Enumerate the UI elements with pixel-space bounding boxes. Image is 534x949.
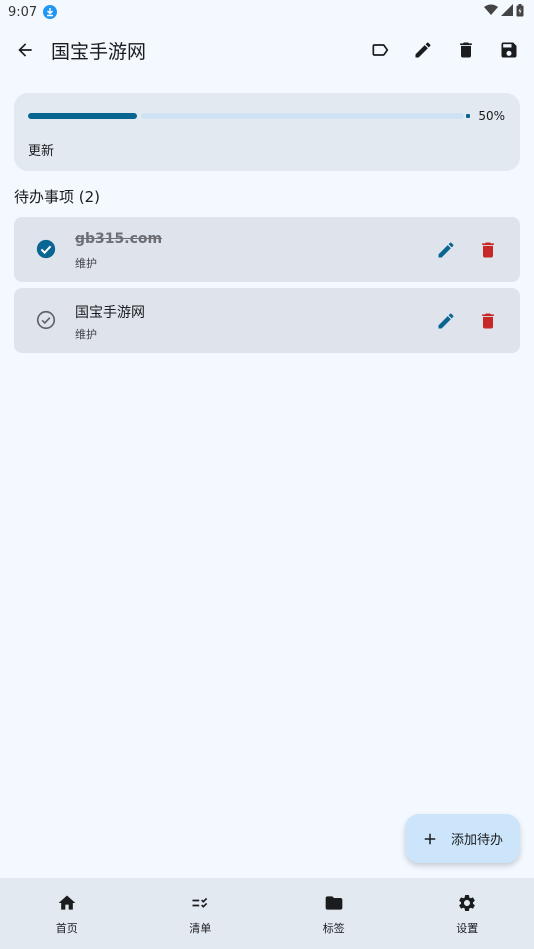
battery-icon <box>516 3 524 21</box>
checklist-icon <box>192 897 208 908</box>
edit-icon <box>438 242 454 258</box>
progress-fill <box>28 113 137 119</box>
nav-item-settings[interactable]: 设置 <box>401 878 534 949</box>
page-title: 国宝手游网 <box>51 40 147 63</box>
todo-title: gb315.com <box>75 231 163 247</box>
nav-item-tags[interactable]: 标签 <box>267 878 401 949</box>
todo-checkbox-unchecked[interactable] <box>34 308 58 332</box>
todo-item[interactable]: gb315.com 维护 <box>14 217 520 282</box>
delete-icon <box>460 42 472 58</box>
save-icon <box>501 42 517 58</box>
label-icon <box>372 44 389 56</box>
home-icon <box>58 895 76 910</box>
app-bar: 国宝手游网 <box>0 26 534 74</box>
todo-section-title: 待办事项 (2) <box>14 188 101 206</box>
nav-label: 标签 <box>322 922 345 935</box>
delete-icon <box>482 313 494 329</box>
todo-edit-button[interactable] <box>430 305 462 337</box>
add-todo-button[interactable]: 添加待办 <box>405 814 520 863</box>
progress-card: 50% 更新 <box>14 93 520 171</box>
progress-end-marker <box>466 114 470 118</box>
progress-label: 更新 <box>28 144 55 159</box>
edit-icon <box>438 313 454 329</box>
todo-item[interactable]: 国宝手游网 维护 <box>14 288 520 353</box>
todo-checkbox-checked[interactable] <box>34 237 58 261</box>
back-button[interactable] <box>5 30 45 70</box>
label-button[interactable] <box>360 30 400 70</box>
todo-title: 国宝手游网 <box>75 305 145 321</box>
plus-icon <box>424 833 436 844</box>
settings-icon <box>459 895 476 911</box>
delete-button[interactable] <box>446 30 486 70</box>
todo-tag: 维护 <box>75 328 97 341</box>
nav-label: 设置 <box>456 922 479 935</box>
folder-icon <box>325 896 343 910</box>
bottom-nav: 首页 清单 标签 设置 <box>0 878 534 949</box>
add-todo-label: 添加待办 <box>451 833 504 848</box>
nav-label: 首页 <box>55 922 78 935</box>
progress-remaining <box>141 113 464 119</box>
progress-bar <box>28 113 470 119</box>
edit-button[interactable] <box>403 30 443 70</box>
edit-icon <box>415 42 431 58</box>
delete-icon <box>482 242 494 258</box>
check-circle-filled-icon <box>36 239 56 259</box>
wifi-icon <box>484 4 498 20</box>
status-time: 9:07 <box>8 4 38 20</box>
nav-item-checklist[interactable]: 清单 <box>134 878 268 949</box>
status-bar: 9:07 <box>0 0 534 24</box>
nav-item-home[interactable]: 首页 <box>0 878 134 949</box>
progress-percent: 50% <box>478 109 505 123</box>
todo-delete-button[interactable] <box>472 305 504 337</box>
nav-label: 清单 <box>189 922 212 935</box>
save-button[interactable] <box>489 30 529 70</box>
todo-edit-button[interactable] <box>430 234 462 266</box>
signal-icon <box>501 4 513 20</box>
todo-delete-button[interactable] <box>472 234 504 266</box>
download-icon <box>43 5 58 19</box>
todo-tag: 维护 <box>75 257 97 270</box>
check-circle-outline-icon <box>36 310 56 330</box>
arrow-back-icon <box>18 43 32 57</box>
